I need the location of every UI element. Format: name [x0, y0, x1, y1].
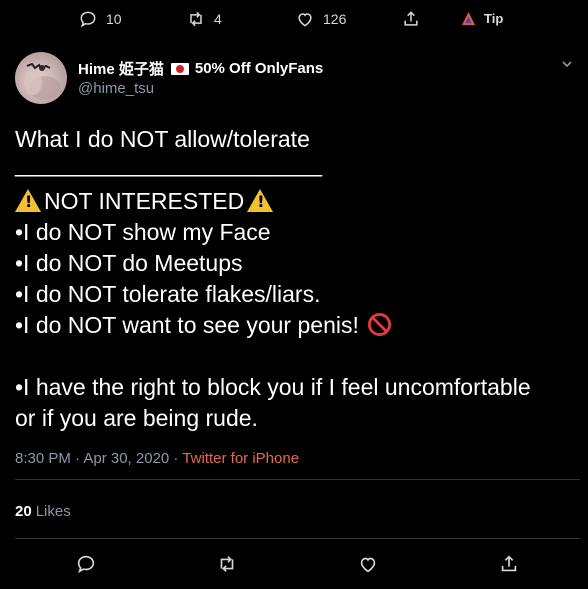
share-icon — [501, 555, 517, 572]
likes-count: 20 — [15, 503, 32, 520]
tweet-line: •I have the right to block you if I feel… — [15, 374, 531, 400]
timestamp[interactable]: 8:30 PM · Apr 30, 2020 · — [15, 450, 182, 467]
author-handle[interactable]: @hime_tsu — [78, 80, 154, 97]
likes-stat[interactable]: 20 Likes — [15, 503, 71, 520]
like-count: 126 — [323, 11, 347, 27]
retweet-button[interactable] — [216, 553, 238, 575]
share-button[interactable] — [498, 553, 520, 575]
retweet-icon — [220, 556, 234, 572]
tweet-line: ________________________ — [15, 151, 322, 177]
prohibited-icon — [367, 312, 391, 337]
tip-icon — [461, 11, 476, 26]
share-icon — [404, 11, 418, 26]
japan-flag-icon — [170, 62, 189, 75]
tweet-line-prohibited: •I do NOT want to see your penis! — [15, 310, 580, 341]
tweet-meta: 8:30 PM · Apr 30, 2020 · Twitter for iPh… — [15, 450, 299, 467]
divider — [15, 479, 580, 480]
tip-button[interactable]: Tip — [461, 11, 503, 26]
tweet-line: •I do NOT show my Face — [15, 219, 271, 245]
reply-icon — [80, 11, 96, 28]
promo-text: 50% Off OnlyFans — [194, 60, 324, 77]
divider — [15, 538, 580, 539]
tweet-line: •I do NOT want to see your penis! — [15, 312, 359, 338]
reply-icon — [77, 555, 95, 574]
tweet-line-warning: NOT INTERESTED — [15, 186, 580, 217]
reply-count: 10 — [106, 11, 122, 27]
warning-icon — [247, 189, 274, 212]
reply-button[interactable] — [75, 553, 97, 575]
likes-label: Likes — [35, 503, 71, 520]
avatar-graphic — [24, 62, 61, 100]
warning-icon — [15, 189, 41, 212]
tweet-line: NOT INTERESTED — [44, 188, 245, 214]
top-action-bar: 10 4 126 Tip — [0, 0, 588, 40]
retweet-action[interactable]: 4 — [186, 9, 222, 29]
reply-action[interactable]: 10 — [78, 9, 122, 29]
share-action[interactable] — [401, 9, 421, 29]
heart-icon — [360, 557, 376, 573]
avatar[interactable] — [15, 52, 67, 104]
tweet-author: Hime 姫子猫 50% Off OnlyFans @hime_tsu — [15, 52, 575, 104]
like-button[interactable] — [357, 553, 379, 575]
author-name-row[interactable]: Hime 姫子猫 50% Off OnlyFans — [78, 58, 323, 79]
tweet-line: •I do NOT tolerate flakes/liars. — [15, 281, 321, 307]
chevron-down-icon[interactable] — [559, 56, 575, 72]
tweet-text: What I do NOT allow/tolerate ___________… — [15, 124, 580, 434]
tip-label: Tip — [484, 11, 504, 26]
heart-icon — [298, 13, 312, 27]
display-name[interactable]: Hime 姫子猫 — [78, 58, 164, 79]
tweet-line: or if you are being rude. — [15, 405, 258, 431]
tweet-line: •I do NOT do Meetups — [15, 250, 243, 276]
like-action[interactable]: 126 — [295, 9, 346, 29]
source-link[interactable]: Twitter for iPhone — [182, 450, 299, 467]
retweet-count: 4 — [214, 11, 222, 27]
retweet-icon — [190, 11, 202, 27]
